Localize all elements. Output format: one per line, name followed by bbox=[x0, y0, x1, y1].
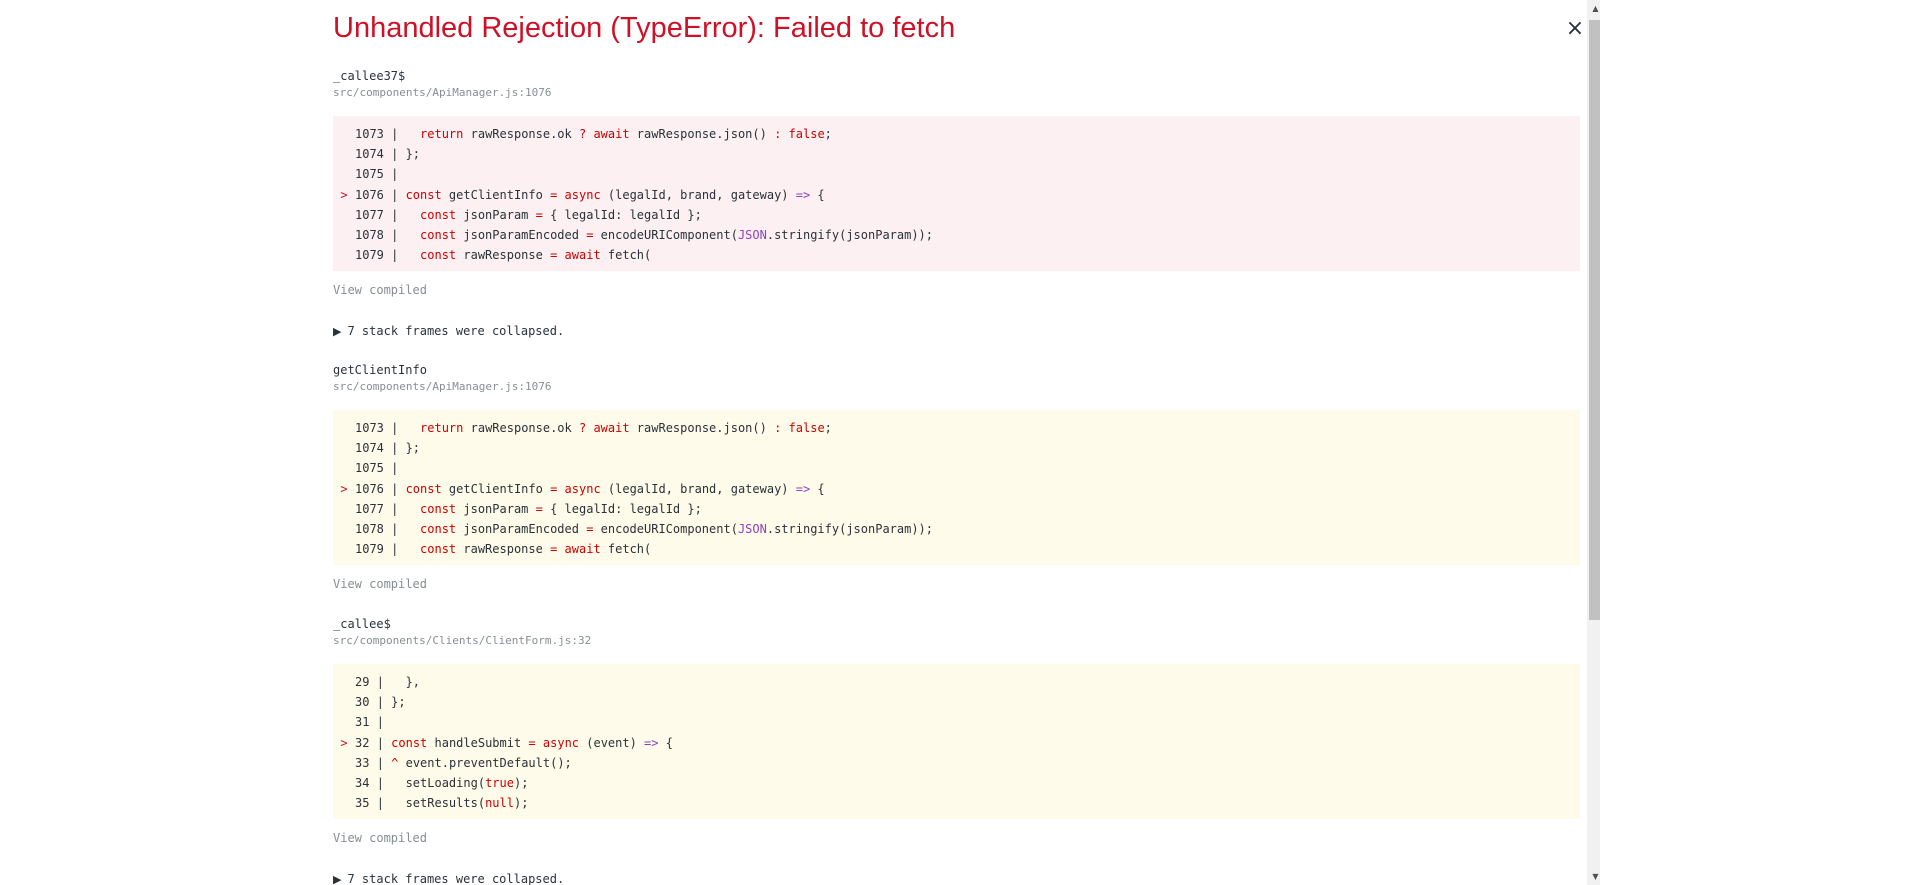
line-number: 1076 bbox=[355, 187, 392, 202]
line-code: | bbox=[391, 461, 399, 476]
line-code: | const jsonParamEncoded = encodeURIComp… bbox=[391, 227, 934, 242]
line-code: | bbox=[391, 167, 399, 182]
line-number: 29 bbox=[355, 675, 377, 689]
code-line: 1074 | }; bbox=[333, 144, 1580, 164]
code-line: 1078 | const jsonParamEncoded = encodeUR… bbox=[333, 225, 1580, 245]
code-line: 1079 | const rawResponse = await fetch( bbox=[333, 245, 1580, 265]
line-number: 1074 bbox=[355, 441, 392, 456]
code-line: 1079 | const rawResponse = await fetch( bbox=[333, 539, 1580, 559]
view-compiled-link[interactable]: View compiled bbox=[333, 830, 427, 846]
collapsed-frames-label: 7 stack frames were collapsed. bbox=[347, 872, 565, 885]
line-marker: > bbox=[340, 187, 348, 202]
code-line: 30 | }; bbox=[333, 692, 1580, 712]
line-marker: > bbox=[340, 481, 348, 496]
code-line-highlighted: >1076 | const getClientInfo = async (leg… bbox=[333, 185, 1580, 205]
error-overlay: Unhandled Rejection (TypeError): Failed … bbox=[0, 0, 1600, 885]
line-number: 35 bbox=[355, 796, 377, 811]
line-code: | ^ event.preventDefault(); bbox=[376, 755, 572, 770]
line-code: | const jsonParam = { legalId: legalId }… bbox=[391, 501, 702, 516]
code-line: 29 | }, bbox=[333, 672, 1580, 692]
line-code: | return rawResponse.ok ? await rawRespo… bbox=[391, 421, 832, 435]
line-number: 1075 bbox=[355, 461, 392, 476]
line-code: | const jsonParamEncoded = encodeURIComp… bbox=[391, 521, 934, 536]
line-code: | bbox=[376, 715, 384, 730]
scroll-up-icon[interactable]: ▲ bbox=[1587, 0, 1600, 17]
stack-frame-header: getClientInfo src/components/ApiManager.… bbox=[333, 362, 1580, 394]
code-line: 1073 | return rawResponse.ok ? await raw… bbox=[333, 418, 1580, 438]
code-block: 1073 | return rawResponse.ok ? await raw… bbox=[333, 116, 1580, 271]
line-code: | const rawResponse = await fetch( bbox=[391, 248, 652, 263]
code-line: 1078 | const jsonParamEncoded = encodeUR… bbox=[333, 519, 1580, 539]
code-line: 33 | ^ event.preventDefault(); bbox=[333, 753, 1580, 773]
frame-function-name: getClientInfo bbox=[333, 363, 427, 377]
frame-file-path: src/components/ApiManager.js:1076 bbox=[333, 380, 552, 393]
code-line-highlighted: >32 | const handleSubmit = async (event)… bbox=[333, 733, 1580, 753]
view-compiled-link[interactable]: View compiled bbox=[333, 282, 427, 298]
code-block: 1073 | return rawResponse.ok ? await raw… bbox=[333, 410, 1580, 565]
code-line: 1077 | const jsonParam = { legalId: lega… bbox=[333, 499, 1580, 519]
line-code: | const getClientInfo = async (legalId, … bbox=[391, 481, 825, 496]
frame-file-path: src/components/Clients/ClientForm.js:32 bbox=[333, 634, 592, 647]
vertical-scrollbar[interactable]: ▲ ▼ bbox=[1587, 0, 1600, 885]
line-number: 1073 bbox=[355, 421, 392, 435]
line-number: 1078 bbox=[355, 227, 392, 242]
line-number: 30 bbox=[355, 695, 377, 710]
scrollbar-thumb[interactable] bbox=[1589, 20, 1600, 620]
line-number: 1074 bbox=[355, 147, 392, 162]
code-line: 1073 | return rawResponse.ok ? await raw… bbox=[333, 124, 1580, 144]
line-marker: > bbox=[340, 735, 348, 750]
line-number: 1079 bbox=[355, 542, 392, 557]
code-line-highlighted: >1076 | const getClientInfo = async (leg… bbox=[333, 479, 1580, 499]
stack-frame-header: _callee37$ src/components/ApiManager.js:… bbox=[333, 68, 1580, 100]
line-number: 1075 bbox=[355, 167, 392, 182]
line-number: 1077 bbox=[355, 207, 392, 222]
line-number: 1079 bbox=[355, 248, 392, 263]
code-line: 34 | setLoading(true); bbox=[333, 773, 1580, 793]
line-code: | setResults(null); bbox=[376, 796, 529, 811]
collapsed-frames-toggle[interactable]: ▶ 7 stack frames were collapsed. bbox=[333, 871, 564, 885]
line-number: 1078 bbox=[355, 521, 392, 536]
scroll-down-icon[interactable]: ▼ bbox=[1587, 868, 1600, 885]
line-code: | }, bbox=[376, 675, 421, 689]
triangle-right-icon: ▶ bbox=[333, 325, 342, 338]
frame-function-name: _callee37$ bbox=[333, 69, 406, 83]
line-code: | const jsonParam = { legalId: legalId }… bbox=[391, 207, 702, 222]
code-line: 1075 | bbox=[333, 458, 1580, 478]
line-code: | }; bbox=[376, 695, 406, 710]
stack-frame-header: _callee$ src/components/Clients/ClientFo… bbox=[333, 616, 1580, 648]
collapsed-frames-toggle[interactable]: ▶ 7 stack frames were collapsed. bbox=[333, 323, 564, 340]
line-number: 34 bbox=[355, 775, 377, 790]
line-number: 1076 bbox=[355, 481, 392, 496]
line-code: | setLoading(true); bbox=[376, 775, 529, 790]
frame-function-name: _callee$ bbox=[333, 617, 391, 631]
code-line: 31 | bbox=[333, 712, 1580, 732]
frame-file-path: src/components/ApiManager.js:1076 bbox=[333, 86, 552, 99]
code-line: 35 | setResults(null); bbox=[333, 793, 1580, 813]
line-code: | return rawResponse.ok ? await rawRespo… bbox=[391, 127, 832, 141]
line-code: | }; bbox=[391, 441, 421, 456]
view-compiled-link[interactable]: View compiled bbox=[333, 576, 427, 592]
line-code: | }; bbox=[391, 147, 421, 162]
line-number: 32 bbox=[355, 735, 377, 750]
triangle-right-icon: ▶ bbox=[333, 873, 342, 885]
code-line: 1075 | bbox=[333, 164, 1580, 184]
line-number: 1073 bbox=[355, 127, 392, 141]
line-number: 33 bbox=[355, 755, 377, 770]
line-number: 31 bbox=[355, 715, 377, 730]
close-button[interactable]: × bbox=[1560, 14, 1590, 44]
line-code: | const getClientInfo = async (legalId, … bbox=[391, 187, 825, 202]
code-block: 29 | }, 30 | }; 31 | >32 | const handleSubm… bbox=[333, 664, 1580, 819]
collapsed-frames-label: 7 stack frames were collapsed. bbox=[347, 324, 565, 338]
line-code: | const rawResponse = await fetch( bbox=[391, 542, 652, 557]
line-code: | const handleSubmit = async (event) => … bbox=[376, 735, 673, 750]
line-number: 1077 bbox=[355, 501, 392, 516]
error-title: Unhandled Rejection (TypeError): Failed … bbox=[333, 12, 956, 44]
code-line: 1077 | const jsonParam = { legalId: lega… bbox=[333, 205, 1580, 225]
code-line: 1074 | }; bbox=[333, 438, 1580, 458]
